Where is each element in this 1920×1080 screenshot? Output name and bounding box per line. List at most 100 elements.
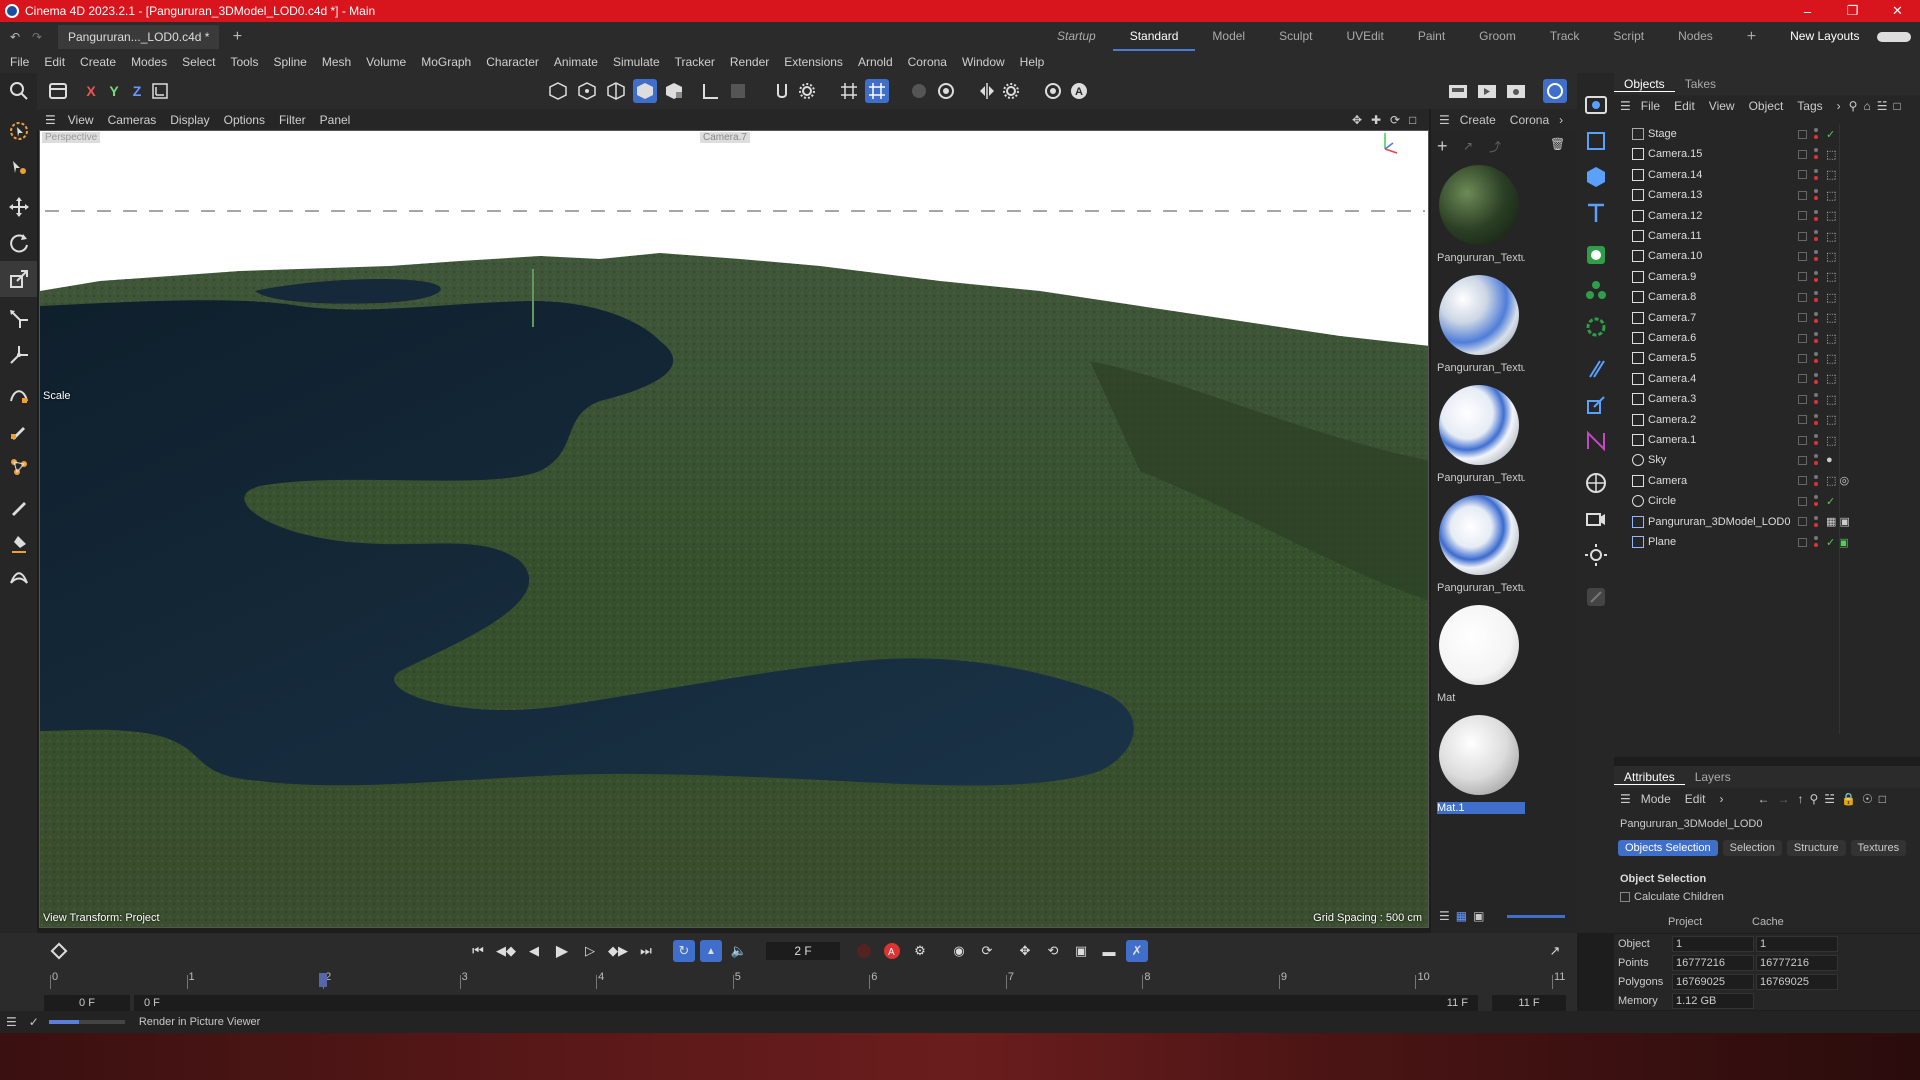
material-item[interactable]: Pangururan_Textu	[1433, 491, 1525, 599]
viewport-menu-cameras[interactable]: Cameras	[108, 113, 157, 127]
brush-tool-icon[interactable]	[0, 489, 37, 525]
render-active-view-icon[interactable]	[1475, 79, 1499, 103]
close-button[interactable]: ✕	[1875, 3, 1920, 19]
key-move-icon[interactable]: ✥	[1014, 940, 1036, 962]
live-selection-icon[interactable]	[0, 113, 37, 149]
render-visibility-dot[interactable]	[1814, 522, 1818, 527]
axis-tool-icon[interactable]	[0, 337, 37, 373]
menu-spline[interactable]: Spline	[273, 55, 306, 69]
layout-standard[interactable]: Standard	[1112, 22, 1196, 51]
attributes-hamburger-icon[interactable]: ☰	[1620, 792, 1631, 806]
layer-toggle[interactable]	[1798, 129, 1807, 139]
object-row[interactable]: Pangururan_3DModel_LOD0 ▦ ▣	[1614, 512, 1920, 532]
object-row[interactable]: Camera.2 ⬚	[1614, 410, 1920, 430]
editor-visibility-dot[interactable]	[1814, 434, 1818, 438]
editor-visibility-dot[interactable]	[1814, 393, 1818, 398]
loop-icon[interactable]: ↻	[673, 940, 695, 962]
new-material-icon[interactable]: +	[1437, 136, 1463, 157]
soft-selection-icon[interactable]	[770, 79, 794, 103]
objects-menu-more-icon[interactable]: ›	[1837, 99, 1841, 113]
keyframe-settings-icon[interactable]: ⚙	[909, 940, 931, 962]
tab-attributes[interactable]: Attributes	[1614, 770, 1685, 785]
material-item[interactable]: Pangururan_Textu	[1433, 161, 1525, 269]
editor-visibility-dot[interactable]	[1814, 495, 1818, 500]
object-row[interactable]: Camera.7 ⬚	[1614, 308, 1920, 328]
menu-character[interactable]: Character	[486, 55, 539, 69]
workplane-settings-icon[interactable]	[934, 79, 958, 103]
object-tags[interactable]: ⬚	[1826, 352, 1836, 365]
object-row[interactable]: Sky ●	[1614, 450, 1920, 470]
layer-toggle[interactable]	[1798, 394, 1807, 404]
menu-tracker[interactable]: Tracker	[675, 55, 715, 69]
object-tags[interactable]: ✓	[1826, 128, 1835, 141]
keyframe-diamond-icon[interactable]	[48, 940, 70, 962]
object-row[interactable]: Camera.4 ⬚	[1614, 369, 1920, 389]
object-tags[interactable]: ✓	[1826, 495, 1835, 508]
editor-visibility-dot[interactable]	[1814, 189, 1818, 194]
new-layouts-button[interactable]: New Layouts	[1773, 22, 1876, 51]
menu-corona[interactable]: Corona	[908, 55, 947, 69]
render-visibility-dot[interactable]	[1814, 257, 1818, 262]
file-tab[interactable]: Pangururan..._LOD0.c4d *	[58, 24, 220, 49]
editor-visibility-dot[interactable]	[1814, 250, 1818, 255]
menu-animate[interactable]: Animate	[554, 55, 598, 69]
layout-startup[interactable]: Startup	[1040, 22, 1113, 51]
viewport-rotate-icon[interactable]: ⟳	[1390, 113, 1400, 127]
object-row[interactable]: Camera.8 ⬚	[1614, 287, 1920, 307]
viewport-pan-icon[interactable]: ✥	[1352, 113, 1362, 127]
layer-toggle[interactable]	[1798, 435, 1807, 445]
model-mode-icon[interactable]	[546, 79, 570, 103]
coordinates-icon[interactable]	[46, 79, 70, 103]
coordinate-system-icon[interactable]	[148, 79, 172, 103]
object-row[interactable]: Camera ⬚ ◎	[1614, 471, 1920, 491]
object-row[interactable]: Camera.12 ⬚	[1614, 206, 1920, 226]
render-visibility-dot[interactable]	[1814, 359, 1818, 364]
render-visibility-dot[interactable]	[1814, 420, 1818, 425]
material-tool-icon[interactable]: ⤴	[1489, 138, 1515, 155]
menu-extensions[interactable]: Extensions	[784, 55, 843, 69]
viewport-menu-options[interactable]: Options	[224, 113, 265, 127]
render-visibility-dot[interactable]	[1814, 543, 1818, 547]
layer-toggle[interactable]	[1798, 353, 1807, 363]
next-key-icon[interactable]: ◆▶	[607, 940, 629, 962]
viewport-hamburger-icon[interactable]: ☰	[45, 113, 56, 127]
lock-icon[interactable]: 🔒	[1841, 792, 1856, 806]
render-region-icon[interactable]	[1446, 79, 1470, 103]
tab-objects-selection[interactable]: Objects Selection	[1618, 840, 1718, 856]
render-visibility-dot[interactable]	[1814, 400, 1818, 405]
key-rotation-icon[interactable]: ⟳	[976, 940, 998, 962]
key-pla-icon[interactable]: ✗	[1126, 940, 1148, 962]
preview-range-bar[interactable]: 0 F 11 F	[134, 995, 1478, 1011]
light-icon[interactable]	[1577, 537, 1614, 573]
editor-visibility-dot[interactable]	[1814, 128, 1818, 132]
end-frame-field[interactable]: 11 F	[1492, 995, 1566, 1011]
minimize-button[interactable]: –	[1785, 4, 1830, 19]
editor-visibility-dot[interactable]	[1814, 536, 1818, 540]
menu-mesh[interactable]: Mesh	[322, 55, 351, 69]
render-visibility-dot[interactable]	[1814, 461, 1818, 466]
material-item[interactable]: Pangururan_Textu	[1433, 271, 1525, 379]
object-tags[interactable]: ⬚	[1826, 148, 1836, 161]
material-item-selected[interactable]: Mat.1	[1433, 711, 1525, 819]
menu-edit[interactable]: Edit	[44, 55, 65, 69]
render-settings-icon[interactable]: A	[1067, 79, 1091, 103]
objects-hamburger-icon[interactable]: ☰	[1620, 99, 1631, 113]
layer-toggle[interactable]	[1798, 415, 1807, 425]
editor-visibility-dot[interactable]	[1814, 168, 1818, 173]
autokey-icon[interactable]: A	[881, 940, 903, 962]
render-visibility-dot[interactable]	[1814, 216, 1818, 221]
previous-key-icon[interactable]: ◀◆	[495, 940, 517, 962]
object-row[interactable]: Plane ✓ ▣	[1614, 532, 1920, 552]
paint-tool-icon[interactable]	[0, 525, 37, 561]
key-position-icon[interactable]: ◉	[948, 940, 970, 962]
object-tags[interactable]: ⬚	[1826, 332, 1836, 345]
render-visibility-dot[interactable]	[1814, 481, 1818, 486]
target-icon[interactable]: ☉	[1862, 792, 1873, 806]
transform-tool-icon[interactable]	[0, 301, 37, 337]
object-row[interactable]: Stage ✓	[1614, 124, 1920, 144]
sound-icon[interactable]: 🔈	[728, 940, 750, 962]
render-visibility-dot[interactable]	[1814, 237, 1818, 241]
render-visibility-dot[interactable]	[1814, 298, 1818, 303]
layer-toggle[interactable]	[1798, 476, 1807, 486]
objects-menu-object[interactable]: Object	[1749, 99, 1784, 113]
